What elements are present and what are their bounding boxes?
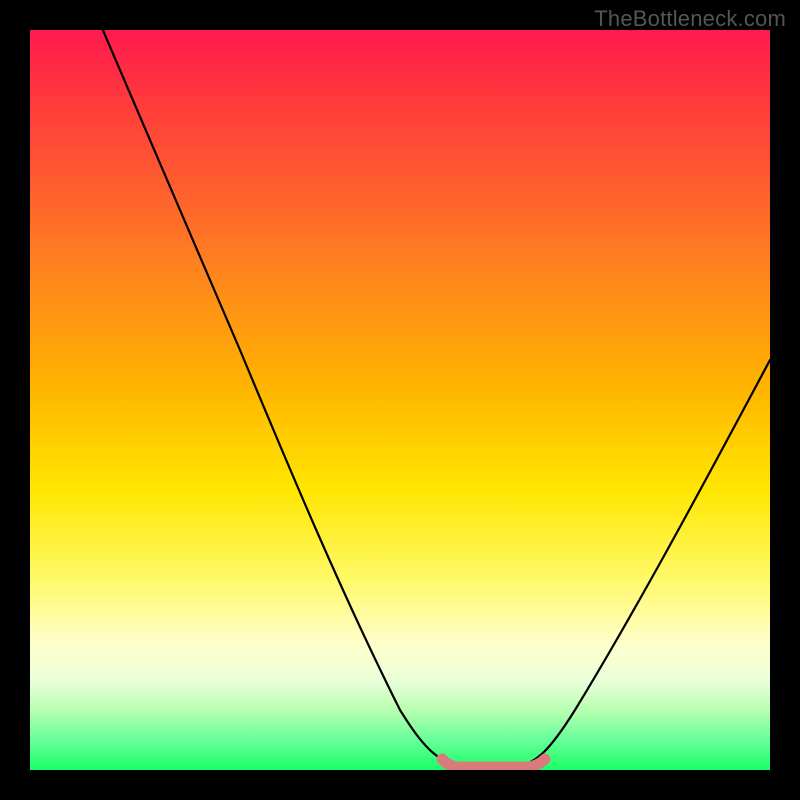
bottleneck-curve-path <box>60 30 770 767</box>
watermark-text: TheBottleneck.com <box>594 6 786 32</box>
chart-area <box>30 30 770 770</box>
chart-svg <box>30 30 770 770</box>
optimal-zone-highlight <box>442 759 545 767</box>
